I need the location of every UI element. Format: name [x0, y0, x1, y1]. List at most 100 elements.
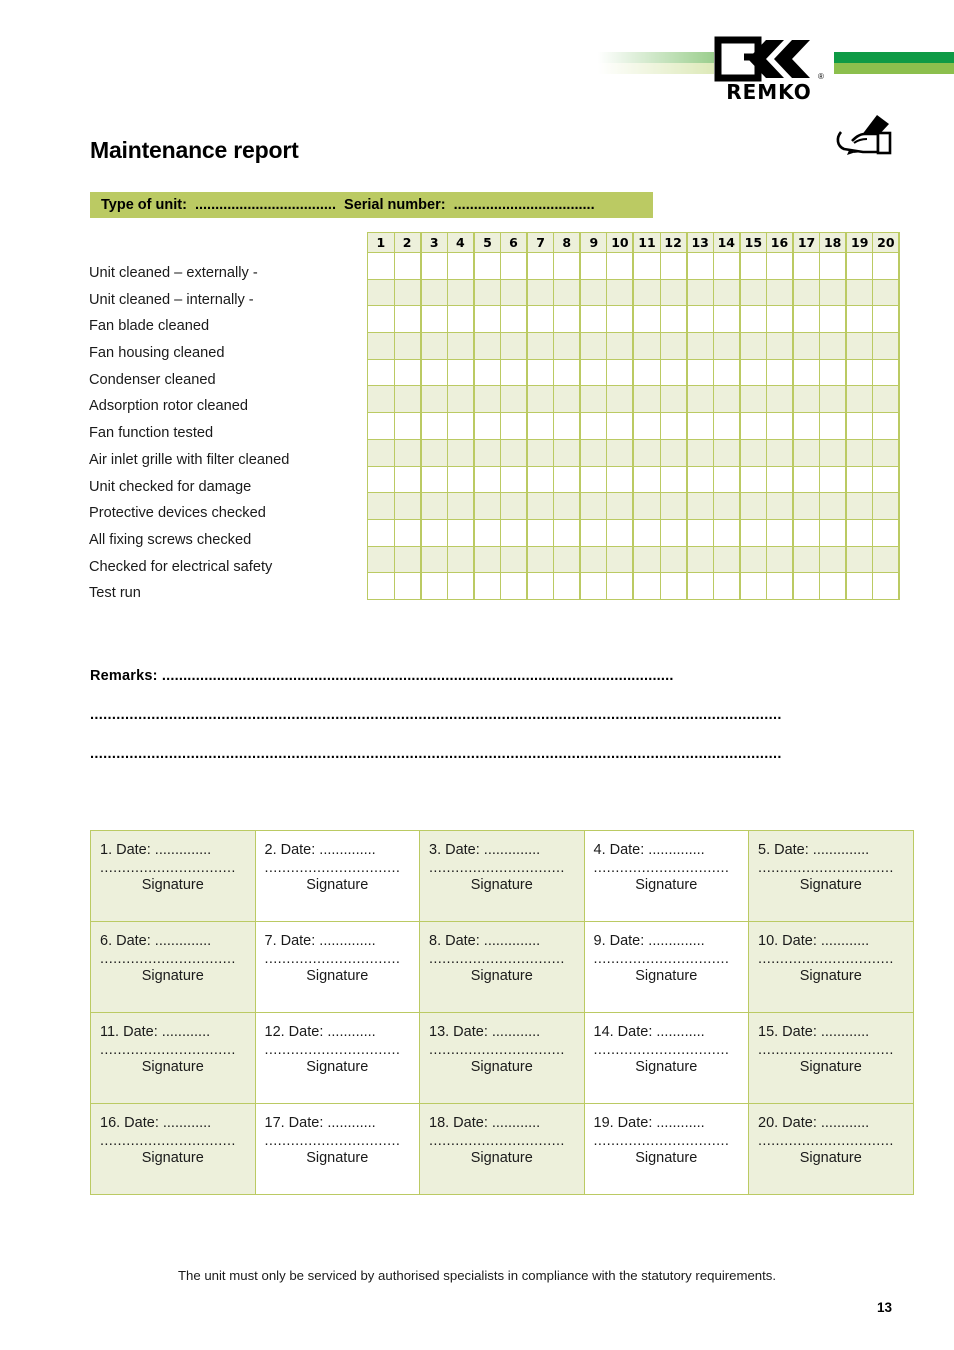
grid-check-cell[interactable] — [446, 332, 475, 360]
signature-cell[interactable]: 8. Date: ...............................… — [419, 921, 585, 1013]
grid-check-cell[interactable] — [739, 278, 767, 307]
grid-check-cell[interactable] — [739, 438, 767, 467]
grid-check-cell[interactable] — [499, 492, 529, 520]
grid-check-cell[interactable] — [845, 492, 874, 520]
grid-check-cell[interactable] — [393, 332, 422, 360]
grid-check-cell[interactable] — [659, 278, 688, 307]
grid-check-cell[interactable] — [765, 358, 794, 387]
grid-check-cell[interactable] — [686, 305, 714, 334]
grid-check-cell[interactable] — [872, 252, 901, 280]
grid-check-cell[interactable] — [819, 492, 848, 520]
grid-check-cell[interactable] — [579, 438, 608, 467]
grid-check-cell[interactable] — [739, 465, 767, 494]
grid-check-cell[interactable] — [446, 385, 475, 414]
grid-check-cell[interactable] — [686, 385, 714, 414]
grid-check-cell[interactable] — [686, 438, 714, 467]
grid-check-cell[interactable] — [765, 252, 794, 280]
signature-cell[interactable]: 6. Date: ...............................… — [90, 921, 256, 1013]
grid-check-cell[interactable] — [765, 385, 794, 414]
grid-check-cell[interactable] — [553, 518, 582, 547]
grid-check-cell[interactable] — [686, 545, 714, 574]
grid-check-cell[interactable] — [526, 518, 555, 547]
grid-check-cell[interactable] — [473, 492, 501, 520]
signature-cell[interactable]: 11. Date: ..............................… — [90, 1012, 256, 1104]
grid-check-cell[interactable] — [845, 332, 874, 360]
grid-check-cell[interactable] — [499, 305, 529, 334]
grid-check-cell[interactable] — [765, 438, 794, 467]
grid-check-cell[interactable] — [819, 332, 848, 360]
grid-check-cell[interactable] — [473, 252, 501, 280]
grid-check-cell[interactable] — [446, 545, 475, 574]
grid-check-cell[interactable] — [739, 305, 767, 334]
grid-check-cell[interactable] — [686, 412, 714, 440]
grid-check-cell[interactable] — [792, 465, 821, 494]
grid-check-cell[interactable] — [553, 332, 582, 360]
grid-check-cell[interactable] — [845, 278, 874, 307]
grid-check-cell[interactable] — [499, 332, 529, 360]
grid-check-cell[interactable] — [579, 305, 608, 334]
grid-check-cell[interactable] — [579, 385, 608, 414]
grid-check-cell[interactable] — [765, 305, 794, 334]
grid-check-cell[interactable] — [553, 492, 582, 520]
grid-check-cell[interactable] — [367, 305, 395, 334]
grid-check-cell[interactable] — [845, 412, 874, 440]
grid-check-cell[interactable] — [792, 278, 821, 307]
grid-check-cell[interactable] — [473, 545, 501, 574]
grid-check-cell[interactable] — [606, 518, 635, 547]
grid-check-cell[interactable] — [553, 412, 582, 440]
grid-check-cell[interactable] — [473, 572, 501, 600]
grid-check-cell[interactable] — [553, 572, 582, 600]
grid-check-cell[interactable] — [446, 252, 475, 280]
grid-check-cell[interactable] — [420, 465, 448, 494]
grid-check-cell[interactable] — [499, 438, 529, 467]
grid-check-cell[interactable] — [632, 412, 661, 440]
grid-check-cell[interactable] — [579, 545, 608, 574]
grid-check-cell[interactable] — [526, 252, 555, 280]
grid-check-cell[interactable] — [499, 385, 529, 414]
grid-check-cell[interactable] — [872, 278, 901, 307]
grid-check-cell[interactable] — [367, 252, 395, 280]
grid-check-cell[interactable] — [819, 465, 848, 494]
grid-check-cell[interactable] — [606, 278, 635, 307]
grid-check-cell[interactable] — [393, 518, 422, 547]
grid-check-cell[interactable] — [765, 465, 794, 494]
grid-check-cell[interactable] — [686, 465, 714, 494]
grid-check-cell[interactable] — [420, 518, 448, 547]
grid-check-cell[interactable] — [446, 518, 475, 547]
grid-check-cell[interactable] — [632, 332, 661, 360]
grid-check-cell[interactable] — [606, 358, 635, 387]
remarks-line-3[interactable]: ........................................… — [90, 746, 910, 762]
grid-check-cell[interactable] — [845, 545, 874, 574]
grid-check-cell[interactable] — [606, 438, 635, 467]
grid-check-cell[interactable] — [792, 358, 821, 387]
grid-check-cell[interactable] — [739, 492, 767, 520]
grid-check-cell[interactable] — [739, 412, 767, 440]
grid-check-cell[interactable] — [686, 252, 714, 280]
grid-check-cell[interactable] — [499, 278, 529, 307]
grid-check-cell[interactable] — [632, 518, 661, 547]
signature-cell[interactable]: 18. Date: ..............................… — [419, 1103, 585, 1195]
grid-check-cell[interactable] — [420, 332, 448, 360]
grid-check-cell[interactable] — [367, 332, 395, 360]
grid-check-cell[interactable] — [872, 332, 901, 360]
grid-check-cell[interactable] — [473, 332, 501, 360]
signature-cell[interactable]: 17. Date: ..............................… — [254, 1103, 420, 1195]
grid-check-cell[interactable] — [686, 332, 714, 360]
grid-check-cell[interactable] — [393, 545, 422, 574]
grid-check-cell[interactable] — [553, 358, 582, 387]
grid-check-cell[interactable] — [792, 252, 821, 280]
grid-check-cell[interactable] — [473, 305, 501, 334]
grid-check-cell[interactable] — [553, 385, 582, 414]
grid-check-cell[interactable] — [792, 545, 821, 574]
grid-check-cell[interactable] — [765, 332, 794, 360]
remarks-line-1[interactable]: Remarks: ...............................… — [90, 668, 910, 684]
grid-check-cell[interactable] — [526, 278, 555, 307]
grid-check-cell[interactable] — [765, 412, 794, 440]
grid-check-cell[interactable] — [499, 572, 529, 600]
grid-check-cell[interactable] — [446, 438, 475, 467]
grid-check-cell[interactable] — [393, 412, 422, 440]
grid-check-cell[interactable] — [420, 545, 448, 574]
grid-check-cell[interactable] — [872, 358, 901, 387]
grid-check-cell[interactable] — [819, 252, 848, 280]
grid-check-cell[interactable] — [845, 518, 874, 547]
